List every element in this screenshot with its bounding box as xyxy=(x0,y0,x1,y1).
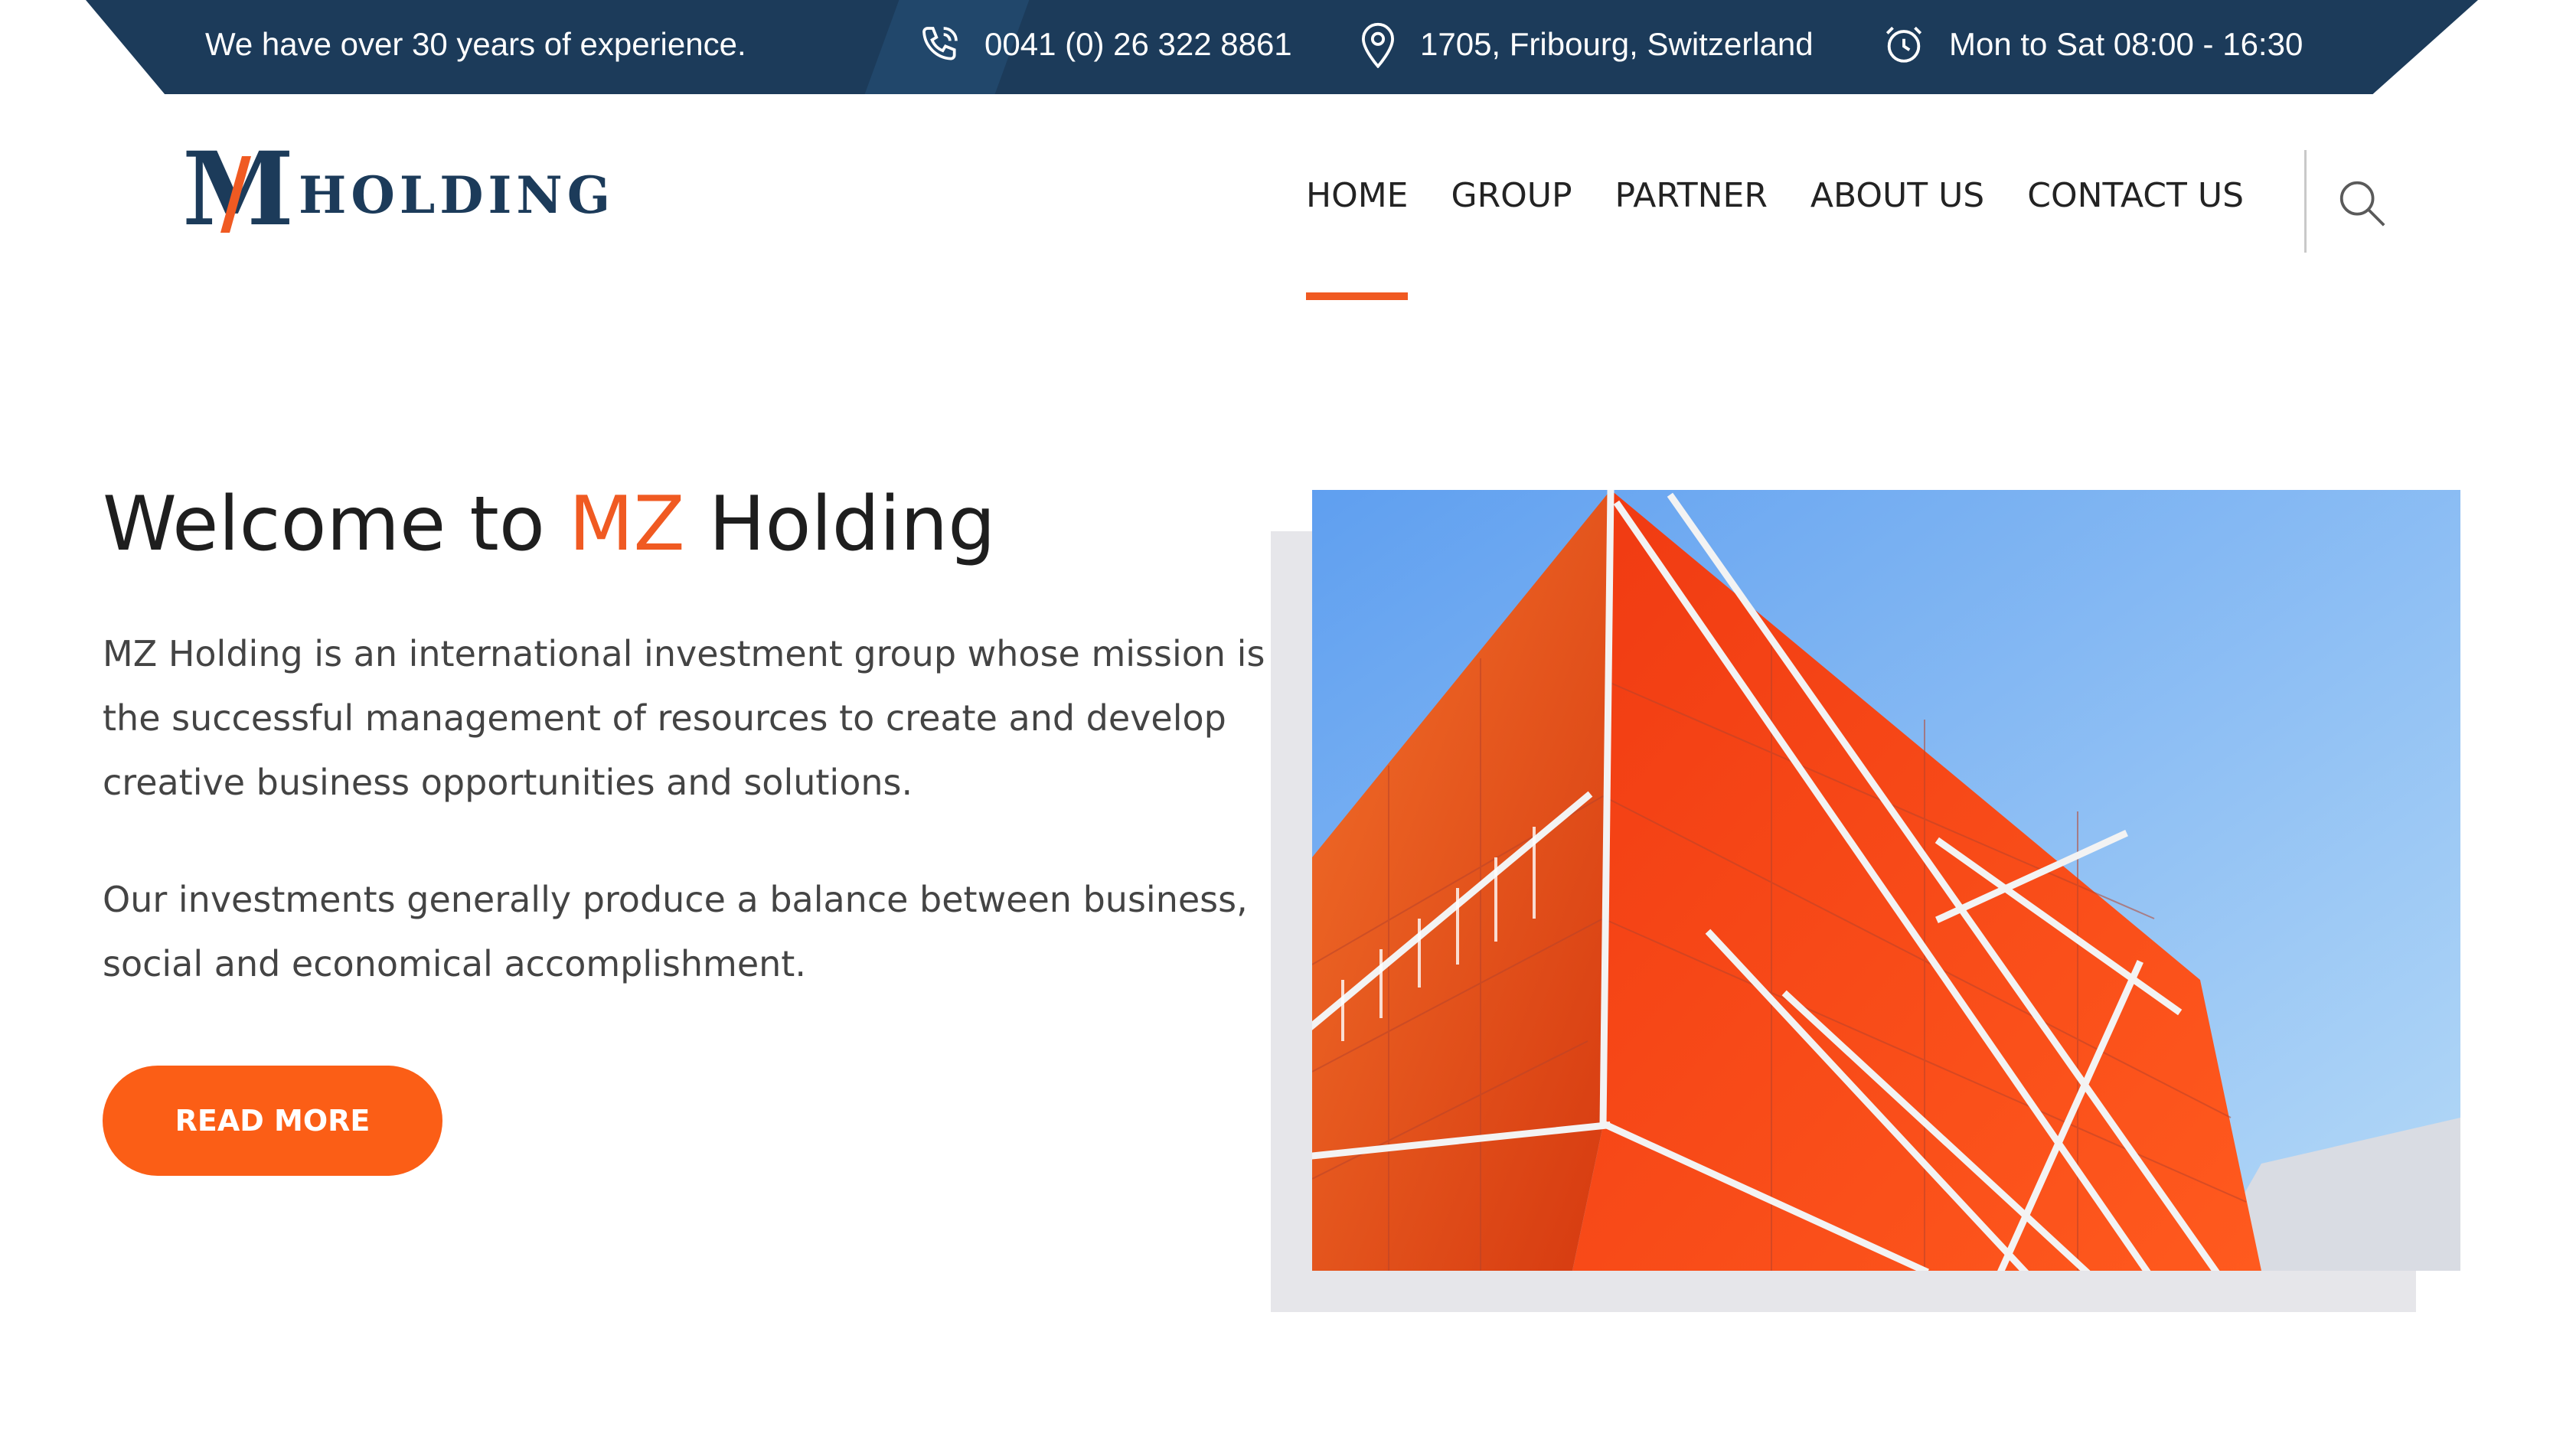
hero-title: Welcome to MZ Holding xyxy=(103,481,995,568)
nav-item-contact-us[interactable]: CONTACT US xyxy=(2027,176,2244,215)
experience-text: We have over 30 years of experience. xyxy=(205,0,746,89)
read-more-button[interactable]: READ MORE xyxy=(103,1066,442,1176)
nav-item-about-us[interactable]: ABOUT US xyxy=(1810,176,1984,215)
phone-icon xyxy=(922,27,958,60)
phone-contact[interactable]: 0041 (0) 26 322 8861 xyxy=(919,0,1292,89)
map-pin-icon xyxy=(1362,22,1394,68)
nav-divider xyxy=(2304,150,2307,253)
logo-z-stroke xyxy=(220,156,251,233)
hero-title-prefix: Welcome to xyxy=(103,481,569,568)
nav-item-home[interactable]: HOME xyxy=(1306,176,1409,300)
hero-paragraph-investments: Our investments generally produce a bala… xyxy=(103,879,1248,984)
building-illustration xyxy=(1312,490,2460,1271)
hero-building-image xyxy=(1312,490,2460,1271)
hero-paragraph-mission: MZ Holding is an international investmen… xyxy=(103,633,1265,803)
experience-label: We have over 30 years of experience. xyxy=(205,26,746,62)
opening-hours: Mon to Sat 08:00 - 16:30 xyxy=(1882,0,2303,89)
site-logo[interactable]: M HOLDING xyxy=(182,139,615,240)
alarm-clock-icon xyxy=(1886,26,1922,63)
nav-item-group[interactable]: GROUP xyxy=(1451,176,1572,215)
hero-title-accent: MZ xyxy=(568,481,685,568)
main-nav: HOME GROUP PARTNER ABOUT US CONTACT US xyxy=(1306,176,2244,300)
logo-text: HOLDING xyxy=(299,165,615,225)
phone-number: 0041 (0) 26 322 8861 xyxy=(984,26,1292,62)
address-contact: 1705, Fribourg, Switzerland xyxy=(1359,0,1814,89)
hours-text: Mon to Sat 08:00 - 16:30 xyxy=(1949,26,2303,62)
logo-mark: M xyxy=(182,139,294,240)
search-icon xyxy=(2339,181,2385,227)
hero-title-suffix: Holding xyxy=(684,481,996,568)
search-button[interactable] xyxy=(2335,176,2388,230)
nav-item-partner[interactable]: PARTNER xyxy=(1615,176,1768,215)
address-text: 1705, Fribourg, Switzerland xyxy=(1420,26,1814,62)
